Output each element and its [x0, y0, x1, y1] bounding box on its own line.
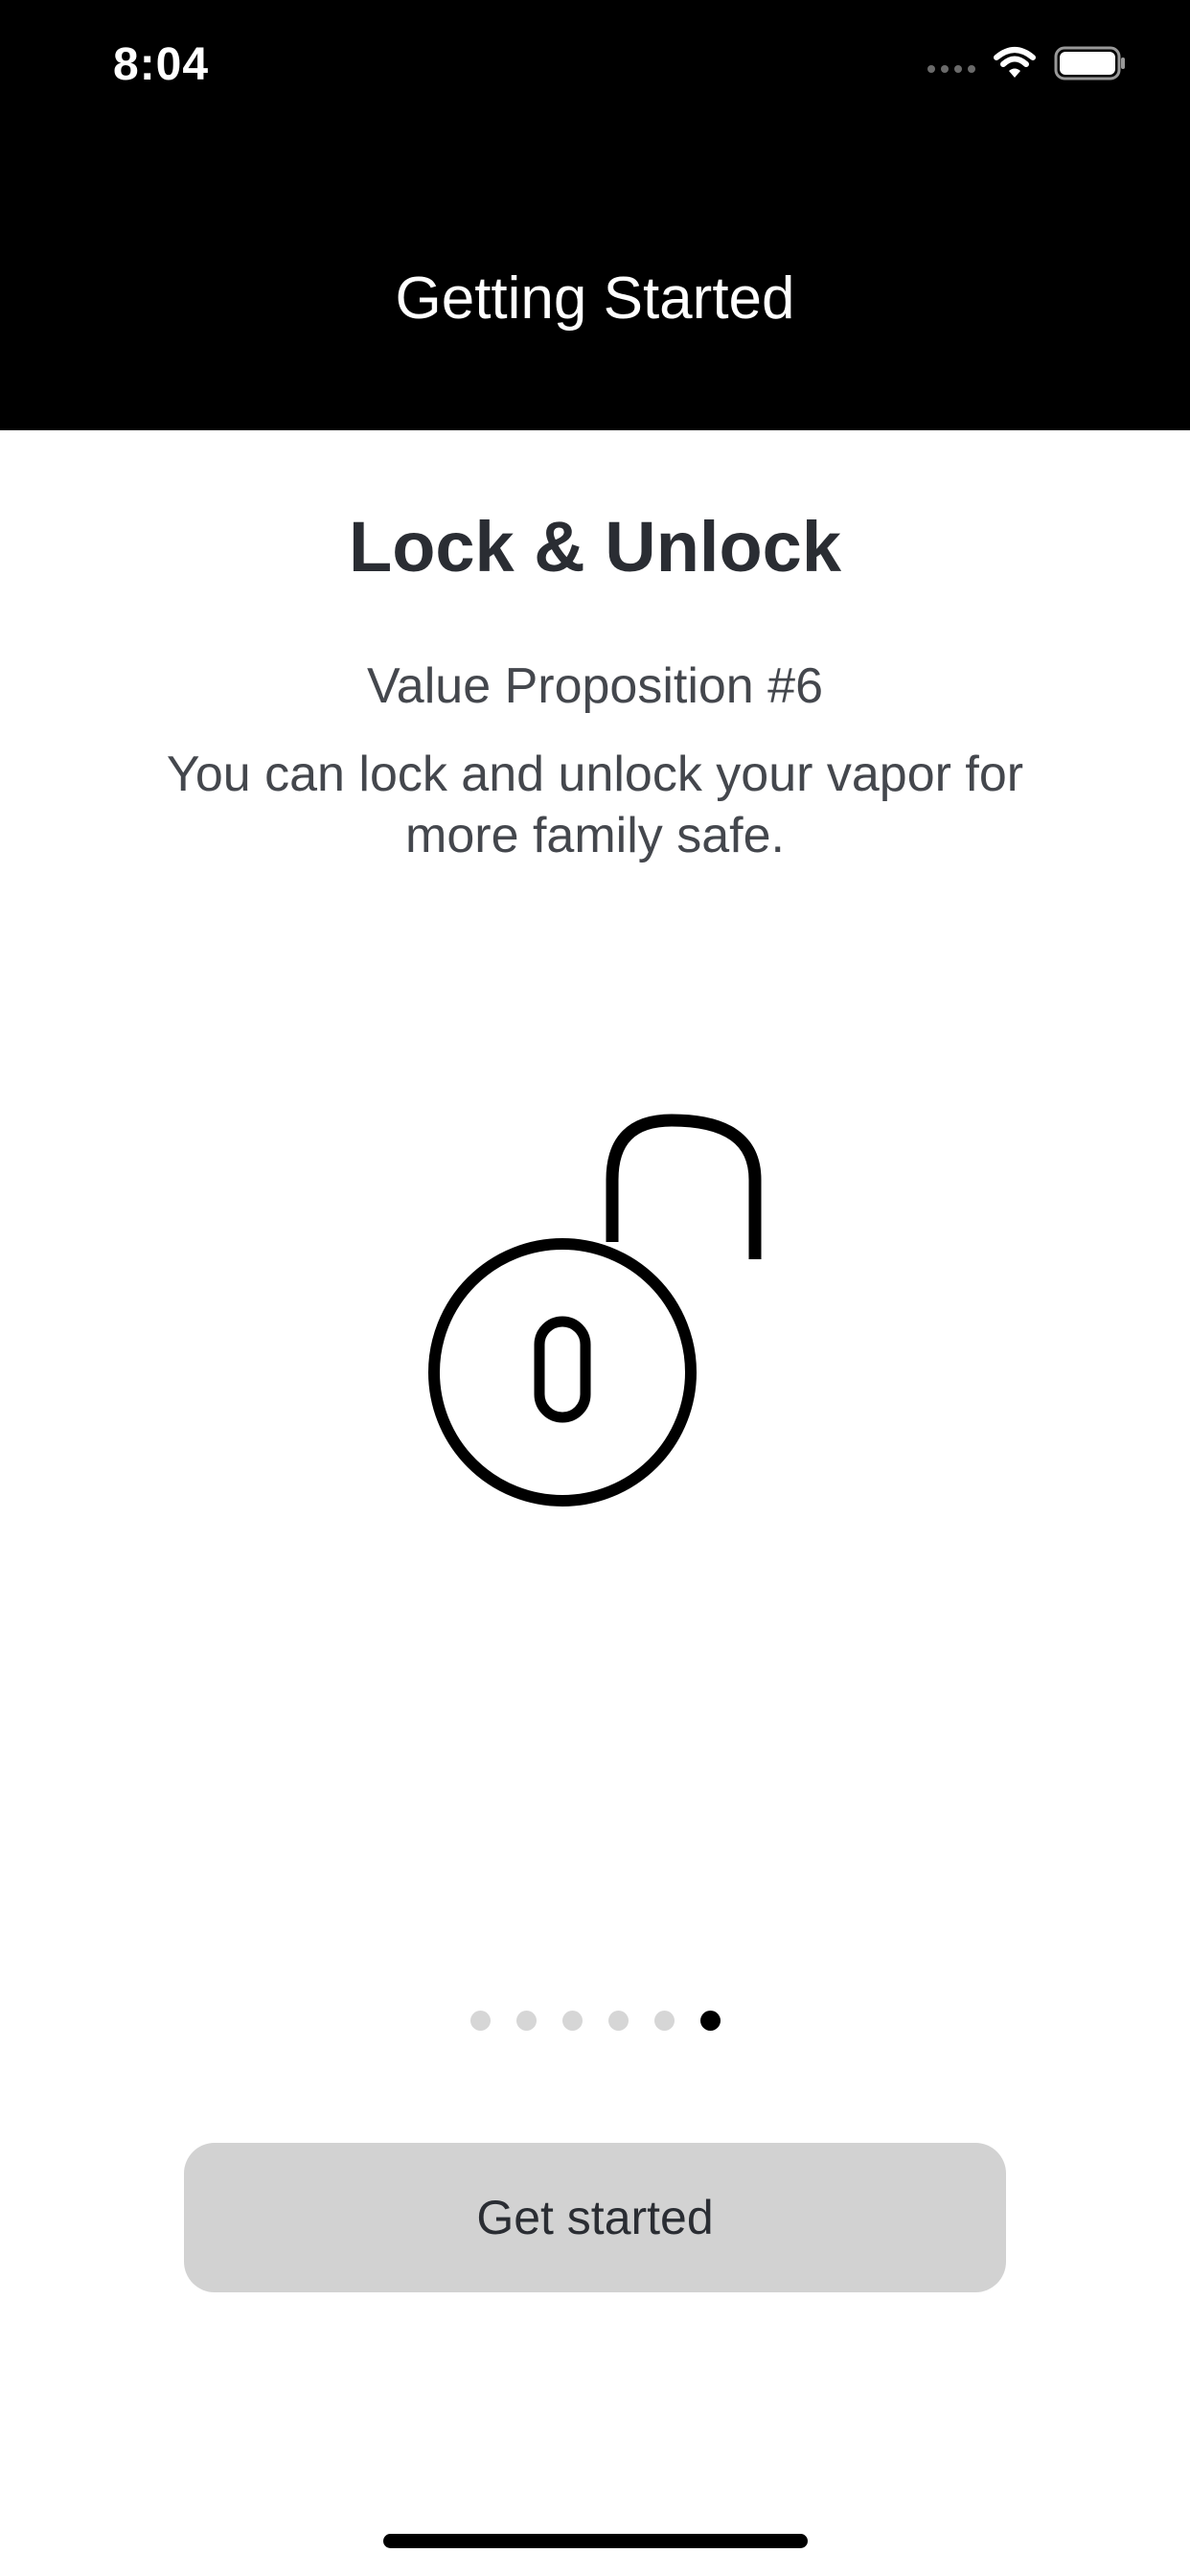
page-dot[interactable]: [515, 2011, 537, 2031]
page-dot[interactable]: [469, 2011, 491, 2031]
home-indicator[interactable]: [383, 2534, 808, 2548]
page-dot[interactable]: [561, 2011, 583, 2031]
cellular-signal-icon: [927, 65, 975, 73]
battery-icon: [1054, 46, 1125, 80]
page-title: Lock & Unlock: [349, 507, 841, 586]
description-text: You can lock and unlock your vapor for m…: [166, 747, 1024, 863]
value-proposition-label: Value Proposition #6: [366, 658, 824, 714]
page-indicator[interactable]: [0, 2011, 1190, 2031]
status-bar-indicators: [927, 44, 1127, 82]
nav-title: Getting Started: [395, 265, 795, 332]
page-dot[interactable]: [607, 2011, 629, 2031]
wifi-icon: [994, 47, 1036, 78]
status-bar-time: 8:04: [113, 39, 210, 90]
page-dot-active[interactable]: [699, 2011, 721, 2031]
navigation-header: 8:04 Getting Started: [0, 0, 1190, 430]
unlocked-padlock-icon: [418, 1108, 772, 1510]
page-dot[interactable]: [653, 2011, 675, 2031]
get-started-button[interactable]: Get started: [184, 2143, 1006, 2292]
